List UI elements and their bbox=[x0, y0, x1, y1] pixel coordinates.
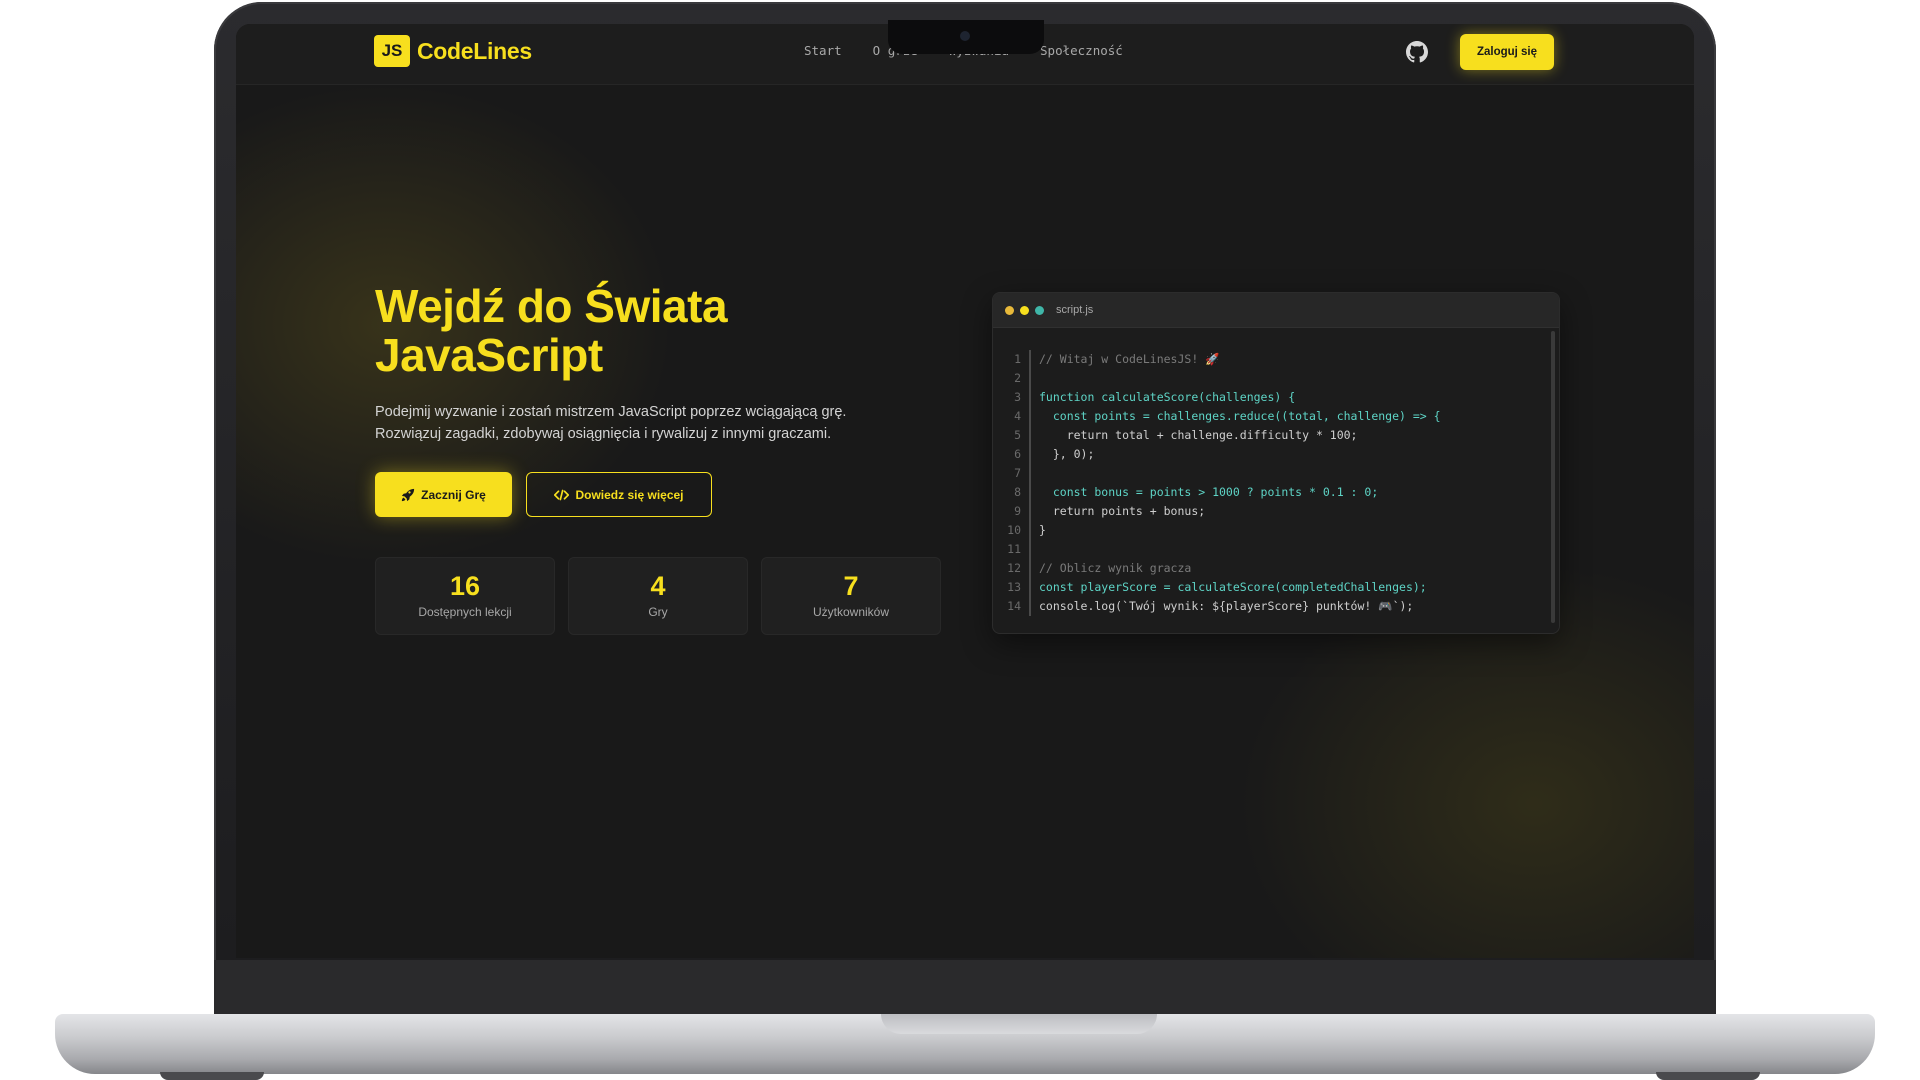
code-text: return total + challenge.difficulty * 10… bbox=[1039, 428, 1358, 442]
learn-more-button[interactable]: Dowiedz się więcej bbox=[526, 472, 712, 517]
stats-row: 16 Dostępnych lekcji 4 Gry 7 Użytkownikó… bbox=[375, 557, 954, 635]
hero-title-line1: Wejdź do Świata bbox=[375, 280, 728, 332]
code-text: } bbox=[1039, 523, 1046, 537]
stat-label: Użytkowników bbox=[812, 605, 890, 619]
hero-title-line2: JavaScript bbox=[375, 329, 603, 381]
line-gutter-bar bbox=[1029, 559, 1031, 578]
code-line: 1 // Witaj w CodeLinesJS! 🚀 bbox=[993, 350, 1559, 369]
code-text: console.log(`Twój wynik: ${playerScore} … bbox=[1039, 599, 1414, 613]
line-number: 7 bbox=[1014, 466, 1021, 480]
line-number: 12 bbox=[1007, 561, 1021, 575]
line-gutter-bar bbox=[1029, 597, 1031, 616]
line-number: 8 bbox=[1014, 485, 1021, 499]
stat-card-users: 7 Użytkowników bbox=[761, 557, 941, 635]
code-line: 8 const bonus = points > 1000 ? points *… bbox=[993, 483, 1559, 502]
code-line: 5 return total + challenge.difficulty * … bbox=[993, 426, 1559, 445]
laptop-lid-bezel bbox=[214, 960, 1716, 1016]
line-number: 1 bbox=[1014, 352, 1021, 366]
line-number: 2 bbox=[1014, 371, 1021, 385]
line-gutter-bar bbox=[1029, 426, 1031, 445]
line-number: 9 bbox=[1014, 504, 1021, 518]
line-gutter-bar bbox=[1029, 483, 1031, 502]
github-icon[interactable] bbox=[1406, 41, 1428, 63]
logo-text: CodeLines bbox=[417, 37, 532, 64]
stat-value: 7 bbox=[843, 571, 859, 601]
stat-value: 16 bbox=[449, 571, 481, 601]
code-line: 10} bbox=[993, 521, 1559, 540]
window-dot-icon bbox=[1035, 305, 1044, 315]
editor-scrollbar[interactable] bbox=[1551, 331, 1555, 623]
hero-title: Wejdź do Świata JavaScript bbox=[375, 282, 895, 380]
logo-badge: JS bbox=[374, 35, 410, 67]
logo[interactable]: JS CodeLines bbox=[374, 35, 532, 67]
line-gutter-bar bbox=[1029, 502, 1031, 521]
line-gutter-bar bbox=[1029, 464, 1031, 483]
nav-link-start[interactable]: Start bbox=[804, 43, 842, 58]
code-text: function calculateScore(challenges) { bbox=[1039, 390, 1296, 404]
laptop-screen: JS CodeLines Start O grze Wyzwania Społe… bbox=[236, 24, 1694, 958]
line-number: 6 bbox=[1014, 447, 1021, 461]
line-gutter-bar bbox=[1029, 369, 1031, 388]
laptop-base bbox=[55, 1014, 1875, 1074]
camera-notch bbox=[888, 20, 1044, 54]
line-gutter-bar bbox=[1029, 521, 1031, 540]
code-line: 6 }, 0); bbox=[993, 445, 1559, 464]
code-line: 14 console.log(`Twój wynik: ${playerScore… bbox=[993, 597, 1559, 616]
line-number: 3 bbox=[1014, 390, 1021, 404]
stat-value: 4 bbox=[650, 571, 666, 601]
code-line: 4 const points = challenges.reduce((tota… bbox=[993, 407, 1559, 426]
code-text: const points = challenges.reduce((total,… bbox=[1039, 409, 1441, 423]
code-text: return points + bonus; bbox=[1039, 504, 1206, 518]
line-number: 5 bbox=[1014, 428, 1021, 442]
window-dot-icon bbox=[1020, 305, 1029, 315]
editor-titlebar: script.js bbox=[993, 293, 1559, 328]
code-line: 9 return points + bonus; bbox=[993, 502, 1559, 521]
code-line: 13 const playerScore = calculateScore(com… bbox=[993, 578, 1559, 597]
stat-card-lessons: 16 Dostępnych lekcji bbox=[375, 557, 555, 635]
code-line: 12 // Oblicz wynik gracza bbox=[993, 559, 1559, 578]
code-line: 2 bbox=[993, 369, 1559, 388]
line-gutter-bar bbox=[1029, 445, 1031, 464]
code-text: }, 0); bbox=[1039, 447, 1095, 461]
start-game-label: Zacznij Grę bbox=[421, 487, 486, 502]
laptop-foot-right bbox=[1656, 1072, 1760, 1080]
line-gutter-bar bbox=[1029, 578, 1031, 597]
code-line: 11 bbox=[993, 540, 1559, 559]
line-gutter-bar bbox=[1029, 540, 1031, 559]
editor-body: 1 // Witaj w CodeLinesJS! 🚀 2 3 function cal… bbox=[993, 328, 1559, 616]
stat-label: Gry bbox=[648, 605, 668, 619]
line-number: 10 bbox=[1007, 523, 1021, 537]
line-number: 13 bbox=[1007, 580, 1021, 594]
start-game-button[interactable]: Zacznij Grę bbox=[375, 472, 512, 517]
hero-description: Podejmij wyzwanie i zostań mistrzem Java… bbox=[375, 401, 895, 445]
code-editor-window: script.js 1 // Witaj w CodeLinesJS! 🚀 2 3 fu… bbox=[992, 292, 1560, 634]
rocket-icon bbox=[401, 488, 415, 502]
line-gutter-bar bbox=[1029, 407, 1031, 426]
code-text: const playerScore = calculateScore(compl… bbox=[1039, 580, 1427, 594]
line-number: 4 bbox=[1014, 409, 1021, 423]
code-icon bbox=[554, 489, 570, 501]
line-number: 11 bbox=[1007, 542, 1021, 556]
nav-link-community[interactable]: Społeczność bbox=[1040, 43, 1123, 58]
stat-card-games: 4 Gry bbox=[568, 557, 748, 635]
hero-description-line1: Podejmij wyzwanie i zostań mistrzem Java… bbox=[375, 404, 847, 420]
line-number: 14 bbox=[1007, 599, 1021, 613]
laptop-foot-left bbox=[160, 1072, 264, 1080]
code-text: const bonus = points > 1000 ? points * 0… bbox=[1039, 485, 1379, 499]
code-text: // Witaj w CodeLinesJS! 🚀 bbox=[1039, 352, 1220, 366]
learn-more-label: Dowiedz się więcej bbox=[575, 487, 684, 502]
line-gutter-bar bbox=[1029, 388, 1031, 407]
hero-description-line2: Rozwiązuj zagadki, zdobywaj osiągnięcia … bbox=[375, 426, 832, 442]
window-dot-icon bbox=[1005, 305, 1014, 315]
line-gutter-bar bbox=[1029, 350, 1031, 369]
editor-filename: script.js bbox=[1056, 304, 1094, 316]
code-line: 3 function calculateScore(challenges) { bbox=[993, 388, 1559, 407]
camera-icon bbox=[960, 31, 970, 41]
laptop-base-notch bbox=[881, 1014, 1157, 1034]
code-text: // Oblicz wynik gracza bbox=[1039, 561, 1192, 575]
stat-label: Dostępnych lekcji bbox=[418, 605, 512, 619]
login-button[interactable]: Zaloguj się bbox=[1460, 34, 1554, 70]
code-line: 7 bbox=[993, 464, 1559, 483]
